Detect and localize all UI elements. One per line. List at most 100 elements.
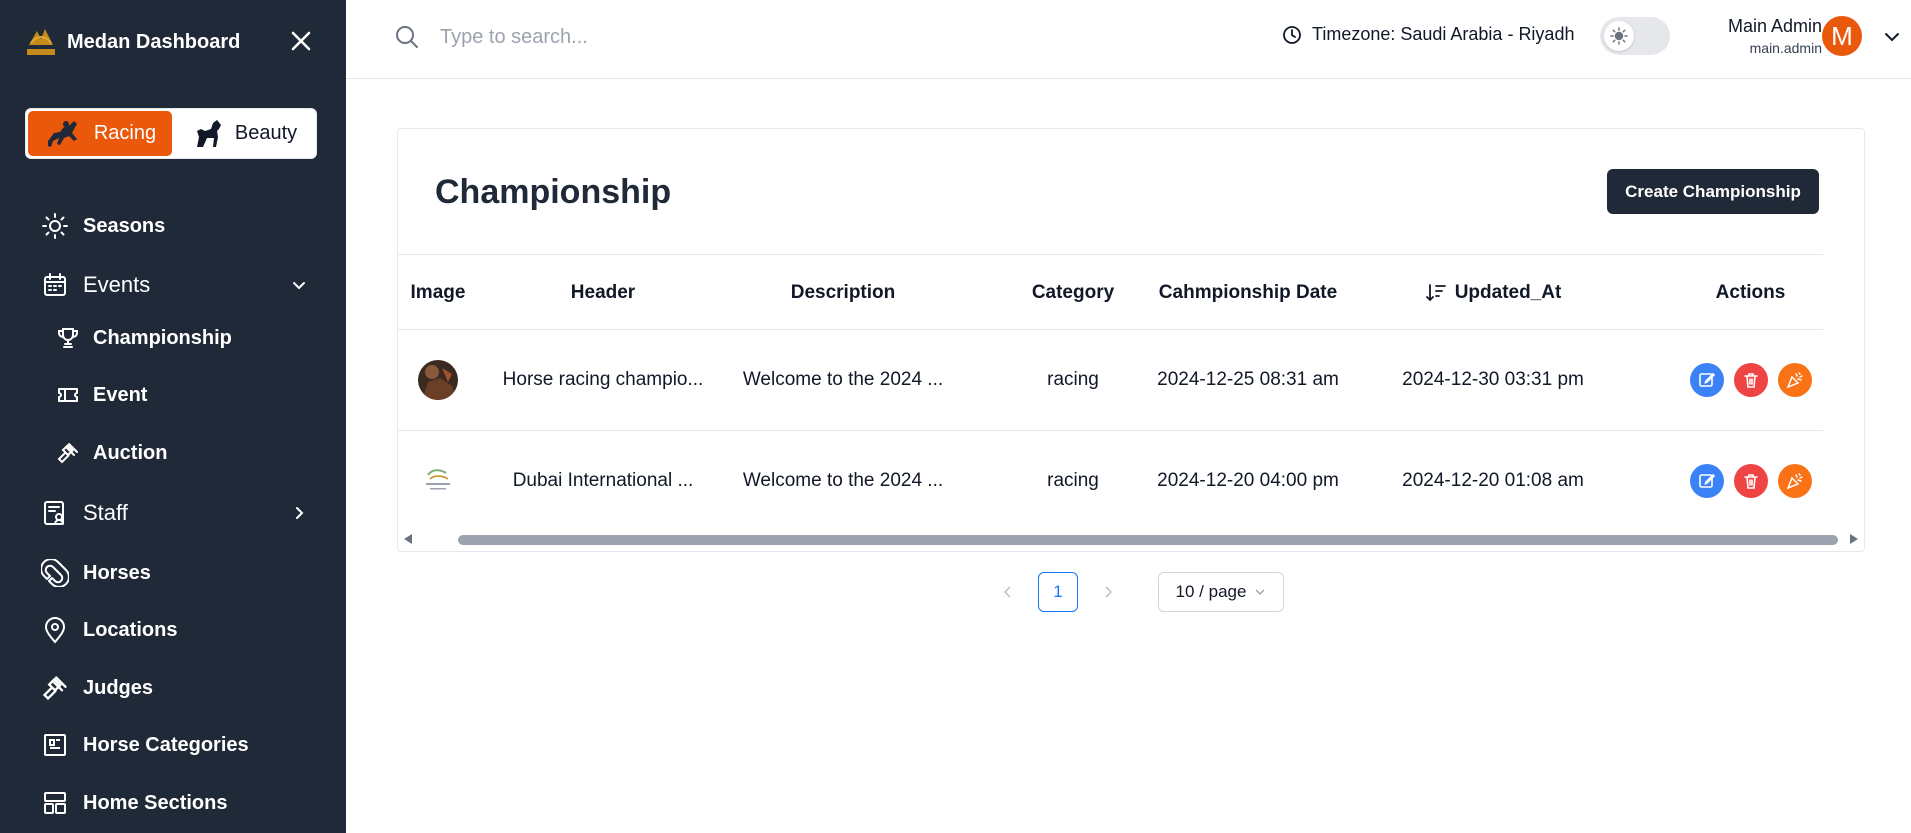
sidebar-item-event-label: Event — [93, 383, 148, 406]
sidebar: Medan Dashboard Racing Beauty Seasons Ev… — [0, 0, 346, 833]
calendar-icon — [40, 270, 70, 300]
timezone-label: Timezone: Saudi Arabia - Riyadh — [1312, 24, 1575, 44]
image-cell — [398, 431, 478, 531]
sidebar-item-seasons[interactable]: Seasons — [40, 211, 165, 241]
description-cell: Welcome to the 2024 ... — [742, 470, 944, 491]
delete-button[interactable] — [1733, 363, 1768, 397]
sidebar-item-auction-label: Auction — [93, 441, 168, 464]
championship-thumbnail — [418, 360, 458, 400]
chevron-left-icon — [1003, 586, 1011, 598]
category-cell: racing — [1047, 470, 1099, 491]
ticket-icon — [55, 382, 81, 408]
page-size-label: 10 / page — [1175, 582, 1247, 601]
sidebar-item-home-sections[interactable]: Home Sections — [40, 788, 227, 818]
sidebar-item-event[interactable]: Event — [55, 382, 147, 408]
switch-racing[interactable]: Racing — [28, 111, 172, 156]
date-cell: 2024-12-25 08:31 am — [1157, 369, 1339, 390]
column-category: Category — [1031, 282, 1115, 303]
categories-icon — [40, 730, 70, 760]
sidebar-item-locations[interactable]: Locations — [40, 615, 177, 645]
header-cell: Horse racing champio... — [502, 369, 704, 390]
edit-icon — [1698, 372, 1715, 387]
sidebar-item-staff[interactable]: Staff — [40, 498, 306, 528]
party-popper-icon — [1786, 372, 1803, 389]
create-championship-button[interactable]: Create Championship — [1607, 169, 1819, 214]
sort-descending-icon — [1425, 284, 1446, 302]
layout-icon — [40, 788, 70, 818]
column-description: Description — [790, 282, 896, 303]
search-icon — [396, 26, 418, 48]
brand-title: Medan Dashboard — [67, 30, 241, 53]
column-updated[interactable]: Updated_At — [1368, 255, 1618, 331]
image-cell — [398, 330, 478, 430]
delete-button[interactable] — [1733, 464, 1768, 498]
search-input[interactable] — [440, 20, 940, 54]
scrollbar-thumb[interactable] — [458, 535, 1838, 545]
sun-icon — [1604, 21, 1634, 51]
sidebar-item-horse-categories-label: Horse Categories — [83, 733, 249, 756]
actions-cell — [1668, 431, 1833, 531]
sun-icon — [40, 211, 70, 241]
actions-cell — [1668, 330, 1833, 430]
edit-button[interactable] — [1689, 363, 1724, 397]
user-info[interactable]: Main Admin main.admin — [1696, 16, 1822, 56]
horseshoe-icon — [40, 558, 70, 588]
top-bar: Timezone: Saudi Arabia - Riyadh Main Adm… — [346, 0, 1911, 79]
column-header: Header — [570, 282, 636, 303]
staff-icon — [40, 498, 70, 528]
sidebar-item-home-sections-label: Home Sections — [83, 791, 228, 814]
next-page-button[interactable] — [1088, 572, 1128, 612]
brand[interactable]: Medan Dashboard — [25, 22, 240, 62]
party-popper-icon — [1786, 473, 1803, 490]
close-icon — [291, 31, 311, 51]
sidebar-item-horses-label: Horses — [83, 561, 151, 584]
edit-button[interactable] — [1689, 464, 1724, 498]
racing-horse-icon — [47, 120, 77, 147]
sidebar-item-events[interactable]: Events — [40, 270, 306, 300]
scroll-left-icon[interactable] — [404, 534, 414, 544]
championship-table: Image Header Description Category Cahmpi… — [398, 254, 1823, 532]
close-sidebar-button[interactable] — [286, 26, 316, 56]
timezone-display: Timezone: Saudi Arabia - Riyadh — [1282, 24, 1574, 45]
horizontal-scrollbar[interactable] — [398, 531, 1864, 547]
table-row: Dubai International ... Welcome to the 2… — [398, 431, 1823, 532]
previous-page-button[interactable] — [988, 572, 1028, 612]
user-name: Main Admin — [1727, 16, 1822, 36]
trash-icon — [1743, 373, 1758, 388]
chevron-down-icon — [290, 276, 308, 294]
user-handle: main.admin — [1749, 40, 1822, 56]
header-cell: Dubai International ... — [512, 470, 694, 491]
page-button[interactable]: 1 — [1038, 572, 1078, 612]
switch-beauty[interactable]: Beauty — [172, 109, 316, 158]
celebrate-button[interactable] — [1777, 464, 1812, 498]
edit-icon — [1698, 473, 1715, 488]
avatar[interactable]: M — [1822, 16, 1862, 56]
celebrate-button[interactable] — [1777, 363, 1812, 397]
page-size-select[interactable]: 10 / page — [1158, 572, 1284, 612]
switch-beauty-label: Beauty — [234, 122, 298, 144]
updated-cell: 2024-12-20 01:08 am — [1402, 470, 1584, 491]
category-cell: racing — [1047, 369, 1099, 390]
sidebar-item-seasons-label: Seasons — [83, 214, 166, 237]
sidebar-item-championship[interactable]: Championship — [55, 325, 232, 351]
pagination: 1 10 / page — [988, 572, 1284, 612]
theme-toggle[interactable] — [1600, 17, 1670, 55]
sidebar-item-horses[interactable]: Horses — [40, 558, 151, 588]
description-cell: Welcome to the 2024 ... — [742, 369, 944, 390]
switch-racing-label: Racing — [93, 122, 157, 144]
championship-card: Championship Create Championship Image H… — [397, 128, 1865, 552]
map-pin-icon — [40, 615, 70, 645]
sidebar-item-judges-label: Judges — [83, 676, 154, 699]
sidebar-item-championship-label: Championship — [93, 326, 232, 349]
championship-thumbnail — [418, 461, 458, 501]
chevron-down-icon[interactable] — [1882, 27, 1902, 47]
sidebar-item-auction[interactable]: Auction — [55, 440, 167, 466]
page-title: Championship — [435, 173, 672, 211]
table-header: Image Header Description Category Cahmpi… — [398, 254, 1823, 330]
sidebar-item-judges[interactable]: Judges — [40, 673, 153, 703]
table-row: Horse racing champio... Welcome to the 2… — [398, 330, 1823, 431]
scroll-right-icon[interactable] — [1848, 534, 1858, 544]
column-image: Image — [410, 282, 466, 303]
sidebar-item-events-label: Events — [83, 272, 151, 297]
sidebar-item-horse-categories[interactable]: Horse Categories — [40, 730, 249, 760]
